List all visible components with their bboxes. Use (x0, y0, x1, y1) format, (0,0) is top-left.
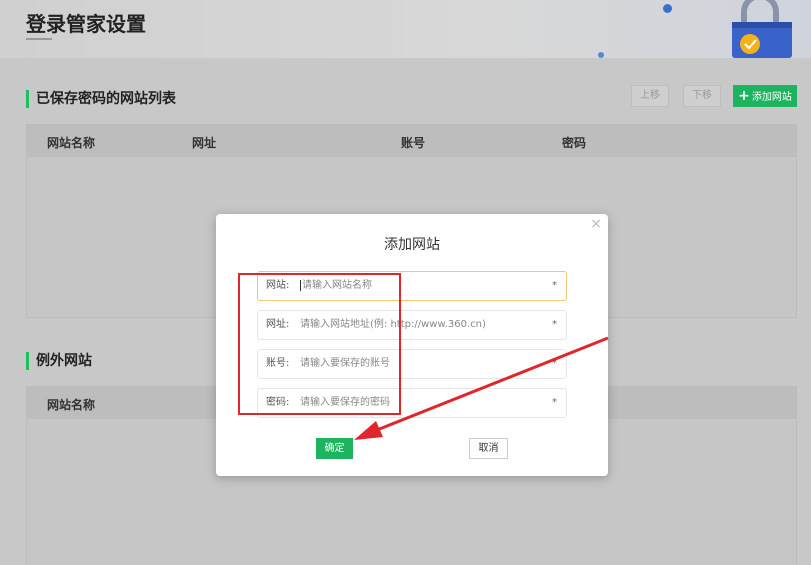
decor-dot (663, 4, 672, 13)
section-title-exceptions: 例外网站 (26, 352, 92, 370)
required-mark: * (552, 358, 557, 369)
section-title-saved-sites: 已保存密码的网站列表 (26, 90, 176, 108)
add-site-button[interactable]: + 添加网站 (733, 85, 797, 107)
required-mark: * (552, 397, 557, 408)
close-icon[interactable]: × (590, 216, 602, 232)
column-header-site-name: 网站名称 (47, 398, 96, 412)
cancel-button[interactable]: 取消 (469, 438, 508, 459)
column-header-account: 账号 (401, 136, 426, 150)
page-title: 登录管家设置 (26, 12, 146, 36)
move-up-button[interactable]: 上移 (631, 85, 669, 107)
add-site-label: 添加网站 (751, 92, 792, 103)
dialog-title: 添加网站 (384, 237, 440, 253)
required-mark: * (552, 319, 557, 330)
header-banner: 登录管家设置 (0, 0, 811, 58)
title-underline (26, 38, 52, 40)
plus-icon: + (738, 88, 750, 104)
annotation-highlight-box (238, 273, 401, 415)
required-mark: * (552, 280, 557, 291)
table-header: 网站名称 网址 账号 密码 (27, 125, 796, 157)
lock-icon (732, 0, 792, 58)
decor-dot (598, 52, 604, 58)
column-header-password: 密码 (562, 136, 587, 150)
confirm-button[interactable]: 确定 (316, 438, 353, 459)
column-header-url: 网址 (192, 136, 217, 150)
move-down-button[interactable]: 下移 (683, 85, 721, 107)
column-header-site-name: 网站名称 (47, 136, 96, 150)
